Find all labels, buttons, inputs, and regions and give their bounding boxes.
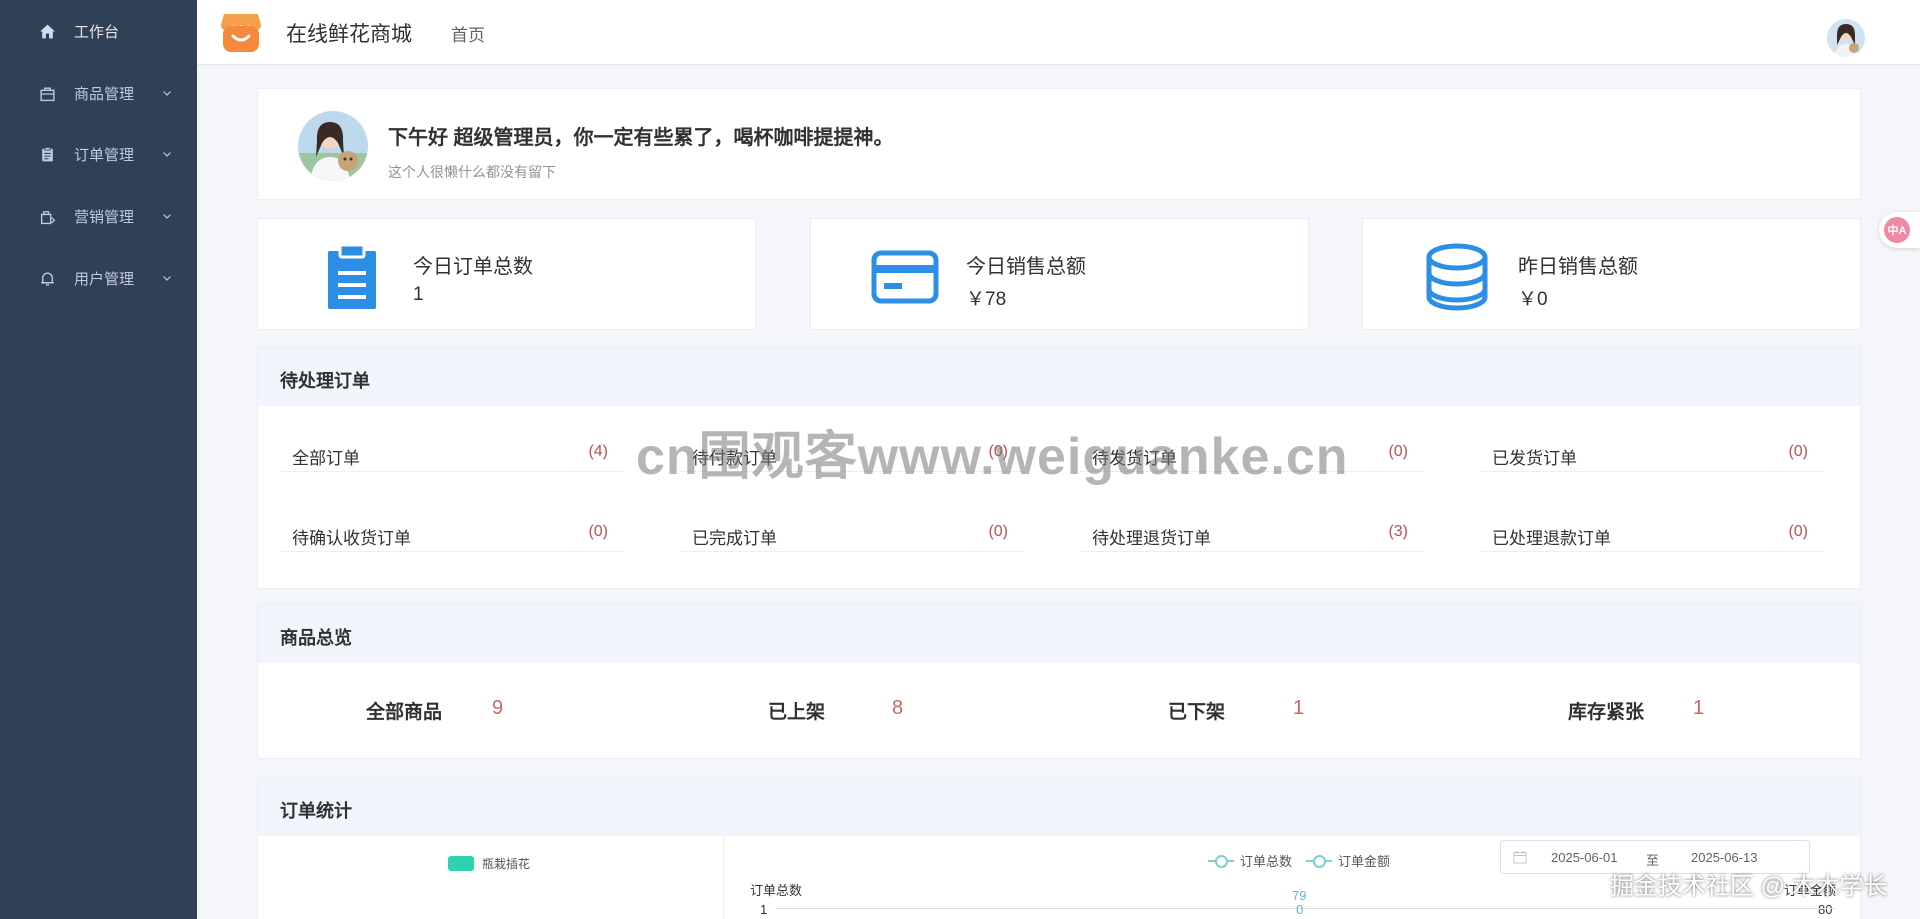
sidebar-item-orders[interactable]: 订单管理	[0, 124, 197, 184]
legend-label: 瓶栽插花	[482, 857, 531, 871]
stat-label: 昨日销售总额	[1518, 256, 1638, 278]
order-count: (0)	[1788, 523, 1808, 540]
stat-label: 今日销售总额	[966, 256, 1086, 278]
sidebar-item-dashboard[interactable]: 工作台	[0, 1, 197, 61]
order-link-refunds-done[interactable]: 已处理退款订单 (0)	[1480, 512, 1824, 552]
line-marker-icon	[1208, 854, 1234, 868]
brand-name: 在线鲜花商城	[286, 23, 412, 46]
order-label: 待确认收货订单	[292, 529, 411, 548]
product-overview-panel: 商品总览 全部商品 9 已上架 8 已下架 1 库存紧张 1	[257, 604, 1861, 759]
sidebar-item-users[interactable]: 用户管理	[0, 248, 197, 308]
date-end[interactable]: 2025-06-13	[1691, 850, 1758, 865]
category-pie-chart: 瓶栽插花	[258, 836, 724, 919]
welcome-title: 下午好 超级管理员，你一定有些累了，喝杯咖啡提提神。	[388, 127, 894, 149]
top-header: 在线鲜花商城 首页	[197, 0, 1920, 65]
legend-label: 订单总数	[1240, 854, 1293, 869]
order-link-returns-pending[interactable]: 待处理退货订单 (3)	[1080, 512, 1424, 552]
panel-header: 订单统计	[258, 778, 1860, 836]
overview-label: 库存紧张	[1568, 702, 1645, 723]
panel-title: 商品总览	[280, 628, 352, 648]
order-link-completed[interactable]: 已完成订单 (0)	[680, 512, 1024, 552]
translate-button[interactable]: 中A	[1879, 212, 1920, 248]
order-count: (3)	[1388, 523, 1408, 540]
legend-swatch[interactable]	[448, 856, 474, 871]
card-icon	[871, 243, 939, 311]
legend-order-amount[interactable]: 订单金额	[1306, 851, 1390, 870]
y-axis-left-tick: 1	[760, 902, 768, 917]
order-link-shipped[interactable]: 已发货订单 (0)	[1480, 432, 1824, 472]
line-marker-icon	[1306, 854, 1332, 868]
welcome-avatar	[298, 111, 368, 181]
legend-label: 订单金额	[1338, 854, 1391, 869]
order-count: (0)	[1788, 443, 1808, 460]
order-count: (0)	[1388, 443, 1408, 460]
corner-watermark: 掘金技术社区 @ 木木学长	[1610, 873, 1888, 900]
order-label: 已完成订单	[692, 529, 777, 548]
stat-value: ￥0	[1518, 289, 1548, 310]
panel-title: 待处理订单	[280, 371, 370, 391]
stat-card-today-orders: 今日订单总数 1	[257, 218, 756, 330]
sidebar-item-label: 营销管理	[74, 208, 135, 226]
sidebar-item-marketing[interactable]: 营销管理	[0, 186, 197, 246]
overview-value: 8	[892, 697, 904, 719]
order-label: 待处理退货订单	[1092, 529, 1211, 548]
overview-label: 已上架	[768, 702, 826, 723]
watermark: cn围观客www.weiguanke.cn	[636, 428, 1349, 486]
clipboard-icon	[38, 145, 56, 163]
order-label: 全部订单	[292, 449, 360, 468]
order-count: (0)	[588, 523, 608, 540]
user-avatar[interactable]	[1827, 19, 1865, 57]
chevron-down-icon	[163, 152, 171, 157]
gift-icon	[38, 207, 56, 225]
sidebar-item-label: 商品管理	[74, 85, 135, 103]
order-count: (0)	[988, 523, 1008, 540]
order-count: (4)	[588, 443, 608, 460]
overview-label: 全部商品	[366, 702, 443, 723]
legend-order-total[interactable]: 订单总数	[1208, 851, 1292, 870]
stat-card-today-sales: 今日销售总额 ￥78	[810, 218, 1309, 330]
chevron-down-icon	[163, 276, 171, 281]
shop-logo-icon[interactable]	[219, 10, 263, 54]
panel-header: 商品总览	[258, 605, 1860, 663]
calendar-icon	[1513, 851, 1527, 864]
overview-value: 9	[492, 697, 504, 719]
bell-icon	[38, 269, 56, 287]
welcome-subtitle: 这个人很懒什么都没有留下	[388, 164, 556, 180]
order-label: 已处理退款订单	[1492, 529, 1611, 548]
stat-card-yesterday-sales: 昨日销售总额 ￥0	[1362, 218, 1861, 330]
data-point-label: 79	[1292, 888, 1307, 903]
clipboard-icon	[318, 243, 386, 311]
chevron-down-icon	[163, 91, 171, 96]
sidebar-item-label: 订单管理	[74, 146, 135, 164]
stat-value: ￥78	[966, 289, 1007, 310]
date-start[interactable]: 2025-06-01	[1551, 850, 1618, 865]
overview-value: 1	[1293, 697, 1305, 719]
bag-icon	[38, 84, 56, 102]
sidebar: 工作台 商品管理 订单管理 营销管理 用户管理	[0, 0, 197, 919]
sidebar-item-label: 用户管理	[74, 270, 135, 288]
data-point-label: 0	[1296, 902, 1304, 917]
order-link-all[interactable]: 全部订单 (4)	[280, 432, 624, 472]
coins-icon	[1423, 243, 1491, 311]
home-icon	[38, 22, 56, 40]
panel-header: 待处理订单	[258, 348, 1860, 406]
overview-label: 已下架	[1168, 702, 1226, 723]
sidebar-item-label: 工作台	[74, 23, 120, 41]
stat-label: 今日订单总数	[413, 256, 533, 278]
sidebar-item-products[interactable]: 商品管理	[0, 63, 197, 123]
translate-icon: 中A	[1884, 217, 1910, 243]
order-label: 已发货订单	[1492, 449, 1577, 468]
stat-value: 1	[413, 284, 424, 305]
y-axis-right-tick: 80	[1818, 902, 1833, 917]
overview-value: 1	[1693, 697, 1705, 719]
nav-home-link[interactable]: 首页	[451, 21, 485, 46]
grid-line	[776, 908, 1836, 909]
panel-title: 订单统计	[280, 801, 352, 821]
chevron-down-icon	[163, 214, 171, 219]
welcome-card: 下午好 超级管理员，你一定有些累了，喝杯咖啡提提神。 这个人很懒什么都没有留下	[257, 88, 1861, 200]
y-axis-left-label: 订单总数	[750, 883, 803, 898]
order-link-to-confirm[interactable]: 待确认收货订单 (0)	[280, 512, 624, 552]
